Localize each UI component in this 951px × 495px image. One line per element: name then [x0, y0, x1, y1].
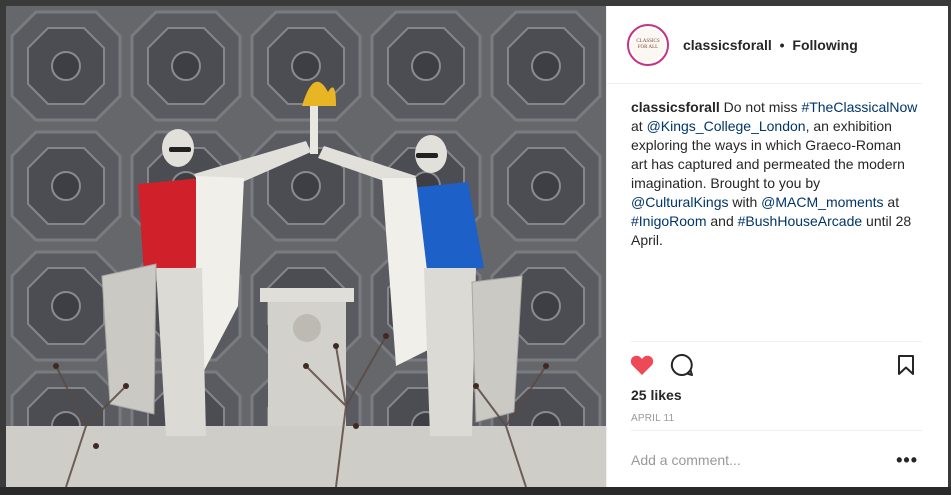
background-strip	[0, 487, 951, 495]
bookmark-icon	[898, 355, 914, 375]
caption-text: and	[706, 213, 738, 229]
post-photo[interactable]	[6, 6, 606, 487]
caption-link[interactable]: @MACM_moments	[761, 194, 883, 210]
statues-photo	[6, 6, 606, 487]
header-separator: •	[779, 36, 785, 53]
post-header: CLASSICS FOR ALL classicsforall • Follow…	[607, 6, 922, 84]
caption-link[interactable]: @CulturalKings	[631, 194, 728, 210]
caption-link[interactable]: #InigoRoom	[631, 213, 707, 229]
avatar[interactable]: CLASSICS FOR ALL	[627, 23, 669, 66]
caption-text: at	[631, 118, 647, 134]
comment-divider	[631, 430, 922, 431]
post-caption: classicsforall Do not miss #TheClassical…	[631, 98, 921, 250]
caption-text: with	[728, 194, 762, 210]
more-options-icon[interactable]: •••	[896, 450, 918, 471]
caption-text: Do not miss	[719, 99, 802, 115]
likes-count[interactable]: 25 likes	[631, 387, 682, 403]
comment-button[interactable]	[669, 352, 695, 378]
header-username[interactable]: classicsforall	[683, 37, 772, 53]
actions-divider	[631, 341, 922, 342]
heart-icon	[630, 355, 654, 375]
caption-text: at	[883, 194, 900, 210]
caption-link[interactable]: @Kings_College_London	[647, 118, 806, 134]
comment-icon	[670, 353, 693, 376]
post-sidebar: CLASSICS FOR ALL classicsforall • Follow…	[606, 6, 948, 487]
post-date[interactable]: APRIL 11	[631, 413, 674, 424]
caption-link[interactable]: #BushHouseArcade	[738, 213, 863, 229]
caption-username[interactable]: classicsforall	[631, 99, 720, 115]
avatar-image: CLASSICS FOR ALL	[631, 27, 665, 62]
instagram-post: CLASSICS FOR ALL classicsforall • Follow…	[6, 6, 948, 487]
comment-input[interactable]: Add a comment...	[631, 452, 741, 468]
save-button[interactable]	[893, 352, 919, 378]
header-username-line: classicsforall • Following	[683, 37, 858, 53]
like-button[interactable]	[629, 352, 655, 378]
avatar-logo-text: CLASSICS FOR ALL	[636, 38, 660, 50]
following-button[interactable]: Following	[792, 37, 857, 53]
caption-link[interactable]: #TheClassicalNow	[801, 99, 917, 115]
